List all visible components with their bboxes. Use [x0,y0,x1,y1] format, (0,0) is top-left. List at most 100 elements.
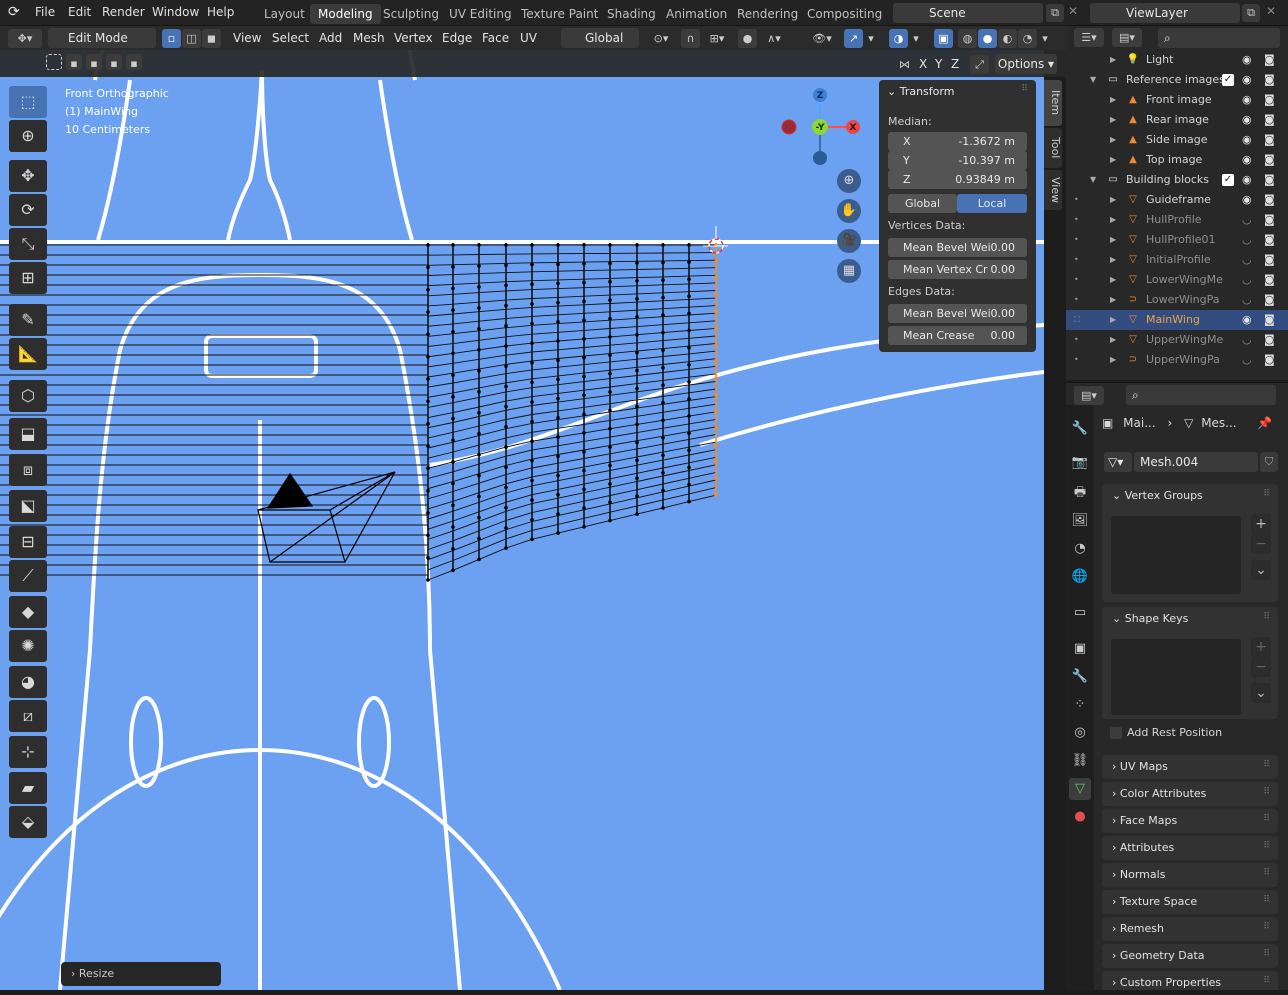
wireframe-shading-icon[interactable]: ◍ [958,29,977,48]
blender-logo-icon[interactable]: ⟳ [8,4,32,22]
tab-view[interactable]: View [1044,170,1062,210]
gizmo-toggle-icon[interactable]: ↗ [844,29,863,48]
menu-add[interactable]: Add [313,29,348,48]
chevron-right-icon[interactable]: ▶ [1110,150,1116,170]
shape-keys-header[interactable]: ⌄ Shape Keys [1112,612,1188,625]
panel-header[interactable]: › Texture Space [1112,895,1197,908]
render-visibility-icon[interactable]: ◙ [1264,250,1275,270]
pan-hand-icon[interactable]: ✋ [837,199,861,223]
proportional-edit-icon[interactable]: ● [738,29,757,48]
eye-icon[interactable]: ◉ [1242,70,1252,90]
render-visibility-icon[interactable]: ◙ [1264,170,1275,190]
drag-handle-icon[interactable]: ⠿ [1021,84,1028,94]
outliner-row[interactable]: ▶ 💡 Light ◉ ◙ [1066,50,1288,70]
view-layer-tab-icon[interactable]: 🖼 [1069,510,1091,532]
select-intersect-icon[interactable]: ▪ [126,54,142,70]
cursor-tool-icon[interactable]: ⊕ [9,120,47,152]
move-tool-icon[interactable]: ✥ [9,160,47,192]
scale-tool-icon[interactable]: ⤡ [9,228,47,260]
outliner-row[interactable]: ▼ ▭ Reference images ✓ ◉ ◙ [1066,70,1288,90]
tab-modeling[interactable]: Modeling [310,4,381,24]
panel-header[interactable]: › UV Maps [1112,760,1168,773]
object-tab-icon[interactable]: ▣ [1069,638,1091,660]
panel-remesh[interactable]: › Remesh ⠿ [1102,917,1278,941]
add-vertex-group-button[interactable]: + [1251,514,1271,534]
inset-tool-icon[interactable]: ⧈ [9,454,47,486]
transform-header[interactable]: ⌄ Transform [887,85,954,98]
panel-header[interactable]: › Face Maps [1112,814,1177,827]
render-visibility-icon[interactable]: ◙ [1264,90,1275,110]
xray-icon[interactable]: ▣ [934,29,953,48]
chevron-right-icon[interactable]: ▶ [1110,250,1116,270]
vertex-select-icon[interactable]: ▫ [162,29,181,48]
panel-uv-maps[interactable]: › UV Maps ⠿ [1102,755,1278,779]
global-toggle[interactable]: Global [888,194,957,213]
panel-header[interactable]: › Normals [1112,868,1165,881]
select-extend-icon[interactable]: ▪ [86,54,102,70]
exclude-checkbox[interactable]: ✓ [1222,74,1234,86]
chevron-right-icon[interactable]: ▶ [1110,210,1116,230]
menu-vertex[interactable]: Vertex [388,29,439,48]
outliner-row[interactable]: ▶ ▲ Side image ◉ ◙ [1066,130,1288,150]
chevron-right-icon[interactable]: ▶ [1110,190,1116,210]
shape-key-menu-icon[interactable]: ⌄ [1251,683,1271,703]
median-x-field[interactable]: X -1.3672 m [888,132,1027,151]
delete-view-layer-icon[interactable]: ✕ [1266,4,1276,18]
outliner-row[interactable]: ▶ ▲ Top image ◉ ◙ [1066,150,1288,170]
tab-rendering[interactable]: Rendering [729,4,806,24]
mean-bevel-weight-field[interactable]: Mean Bevel Wei 0.00 [888,238,1027,257]
visibility-icon[interactable]: 👁▾ [808,29,836,48]
render-visibility-icon[interactable]: ◙ [1264,150,1275,170]
tool-tab-icon[interactable]: 🔧 [1069,418,1091,440]
eye-icon[interactable]: ◉ [1242,150,1252,170]
edit-mode-dot-icon[interactable]: • [1074,190,1079,210]
material-shading-icon[interactable]: ◐ [998,29,1017,48]
chevron-right-icon[interactable]: ▶ [1110,270,1116,290]
last-operator-panel[interactable]: › Resize [61,962,221,986]
mode-selector[interactable]: Edit Mode [48,28,156,48]
drag-handle-icon[interactable]: ⠿ [1263,760,1270,770]
outliner-row[interactable]: ▶ ▽ LowerWingMe ◡ ◙ • [1066,270,1288,290]
outliner-row[interactable]: ▶ ▽ Guideframe ◉ ◙ • [1066,190,1288,210]
menu-mesh[interactable]: Mesh [347,29,391,48]
options-dropdown[interactable]: Options ▾ [995,54,1057,74]
edge-bevel-weight-field[interactable]: Mean Bevel Wei 0.00 [888,304,1027,323]
drag-handle-icon[interactable]: ⠿ [1263,814,1270,824]
shrink-fatten-tool-icon[interactable]: ⊹ [9,736,47,768]
outliner-row[interactable]: ▶ ▽ UpperWingMe ◡ ◙ • [1066,330,1288,350]
render-visibility-icon[interactable]: ◙ [1264,210,1275,230]
render-visibility-icon[interactable]: ◙ [1264,290,1275,310]
outliner-row[interactable]: ▶ ▽ InitialProfile ◡ ◙ • [1066,250,1288,270]
snap-target-icon[interactable]: ⊞▾ [702,29,732,48]
median-y-field[interactable]: Y -10.397 m [888,151,1027,170]
drag-handle-icon[interactable]: ⠿ [1263,976,1270,986]
drag-handle-icon[interactable]: ⠿ [1263,841,1270,851]
camera-object[interactable] [257,471,396,563]
annotate-tool-icon[interactable]: ✎ [9,304,47,336]
orientation-selector[interactable]: Global [561,28,639,48]
transform-tool-icon[interactable]: ⊞ [9,262,47,294]
menu-view[interactable]: View [227,29,267,48]
render-visibility-icon[interactable]: ◙ [1264,110,1275,130]
view-layer-selector[interactable]: ViewLayer [1090,3,1240,23]
chevron-right-icon[interactable]: ▶ [1110,230,1116,250]
remove-vertex-group-button[interactable]: − [1251,534,1271,554]
eye-icon[interactable]: ◉ [1242,310,1252,330]
drag-handle-icon[interactable]: ⠿ [1263,787,1270,797]
render-visibility-icon[interactable]: ◙ [1264,330,1275,350]
shear-tool-icon[interactable]: ▰ [9,772,47,804]
add-shape-key-button[interactable]: + [1251,637,1271,657]
extrude-tool-icon[interactable]: ⬓ [9,418,47,450]
eye-icon[interactable]: ◉ [1242,190,1252,210]
pin-icon[interactable]: 📌 [1257,416,1272,430]
rendered-shading-icon[interactable]: ◔ [1018,29,1037,48]
edit-mode-dot-icon[interactable]: • [1074,350,1079,370]
eye-icon[interactable]: ◉ [1242,90,1252,110]
fake-user-shield-icon[interactable]: ⛉ [1260,452,1278,472]
outliner-row[interactable]: ▶ ⊃ LowerWingPa ◡ ◙ • [1066,290,1288,310]
render-visibility-icon[interactable]: ◙ [1264,190,1275,210]
outliner-row[interactable]: ▶ ▽ HullProfile01 ◡ ◙ • [1066,230,1288,250]
menu-uv[interactable]: UV [514,29,543,48]
edit-mode-dot-icon[interactable]: • [1074,270,1079,290]
outliner-row[interactable]: ▶ ▽ MainWing ◉ ◙ ⛶ [1066,310,1288,330]
